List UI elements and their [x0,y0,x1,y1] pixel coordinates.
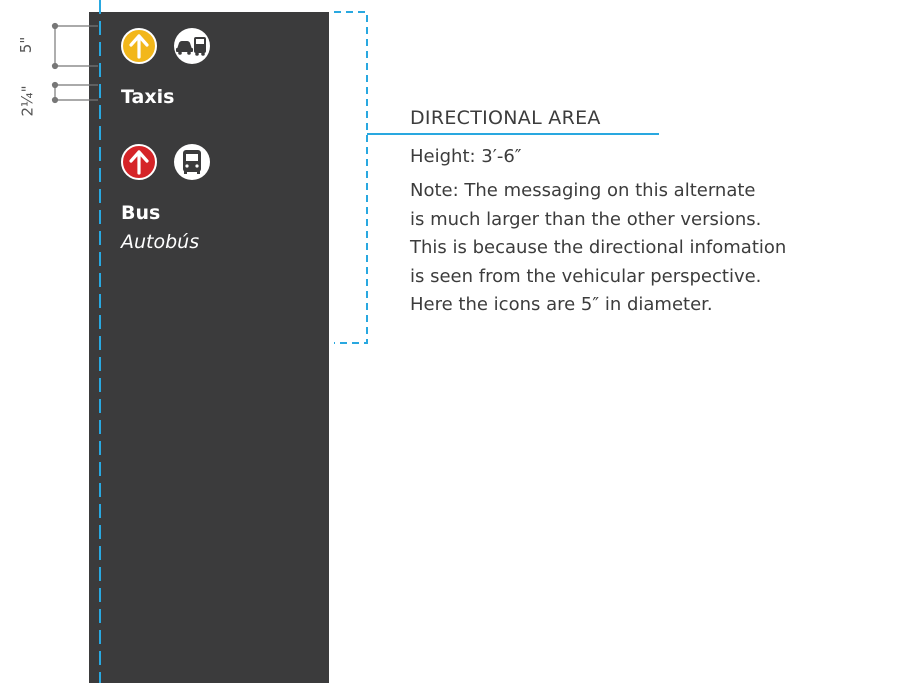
dimension-spacing-label: 2¼" [18,85,37,117]
note-line: Here the icons are 5″ in diameter. [410,294,713,315]
bus-label-spanish: Autobús [121,231,200,253]
note-line: This is because the directional infomati… [410,237,787,258]
callout-height: Height: 3′-6″ [410,146,522,167]
taxi-arrow-icon [121,28,157,64]
note-line: Note: The messaging on this alternate [410,180,756,201]
bus-label: Bus [121,202,161,224]
callout-note: Note: The messaging on this alternate is… [410,177,786,320]
directional-area-bracket [334,11,368,344]
dimension-spacing [51,81,98,104]
callout-title: DIRECTIONAL AREA [410,107,601,129]
note-line: is much larger than the other versions. [410,208,762,230]
note-line: is seen from the vehicular perspective. [410,265,762,287]
bus-arrow-icon [121,144,157,180]
taxis-label: Taxis [121,86,175,108]
dimension-icon-height-label: 5" [17,36,36,54]
dimension-icon-height [51,22,98,70]
taxi-car-icon [174,28,210,64]
bus-icon [174,144,210,180]
